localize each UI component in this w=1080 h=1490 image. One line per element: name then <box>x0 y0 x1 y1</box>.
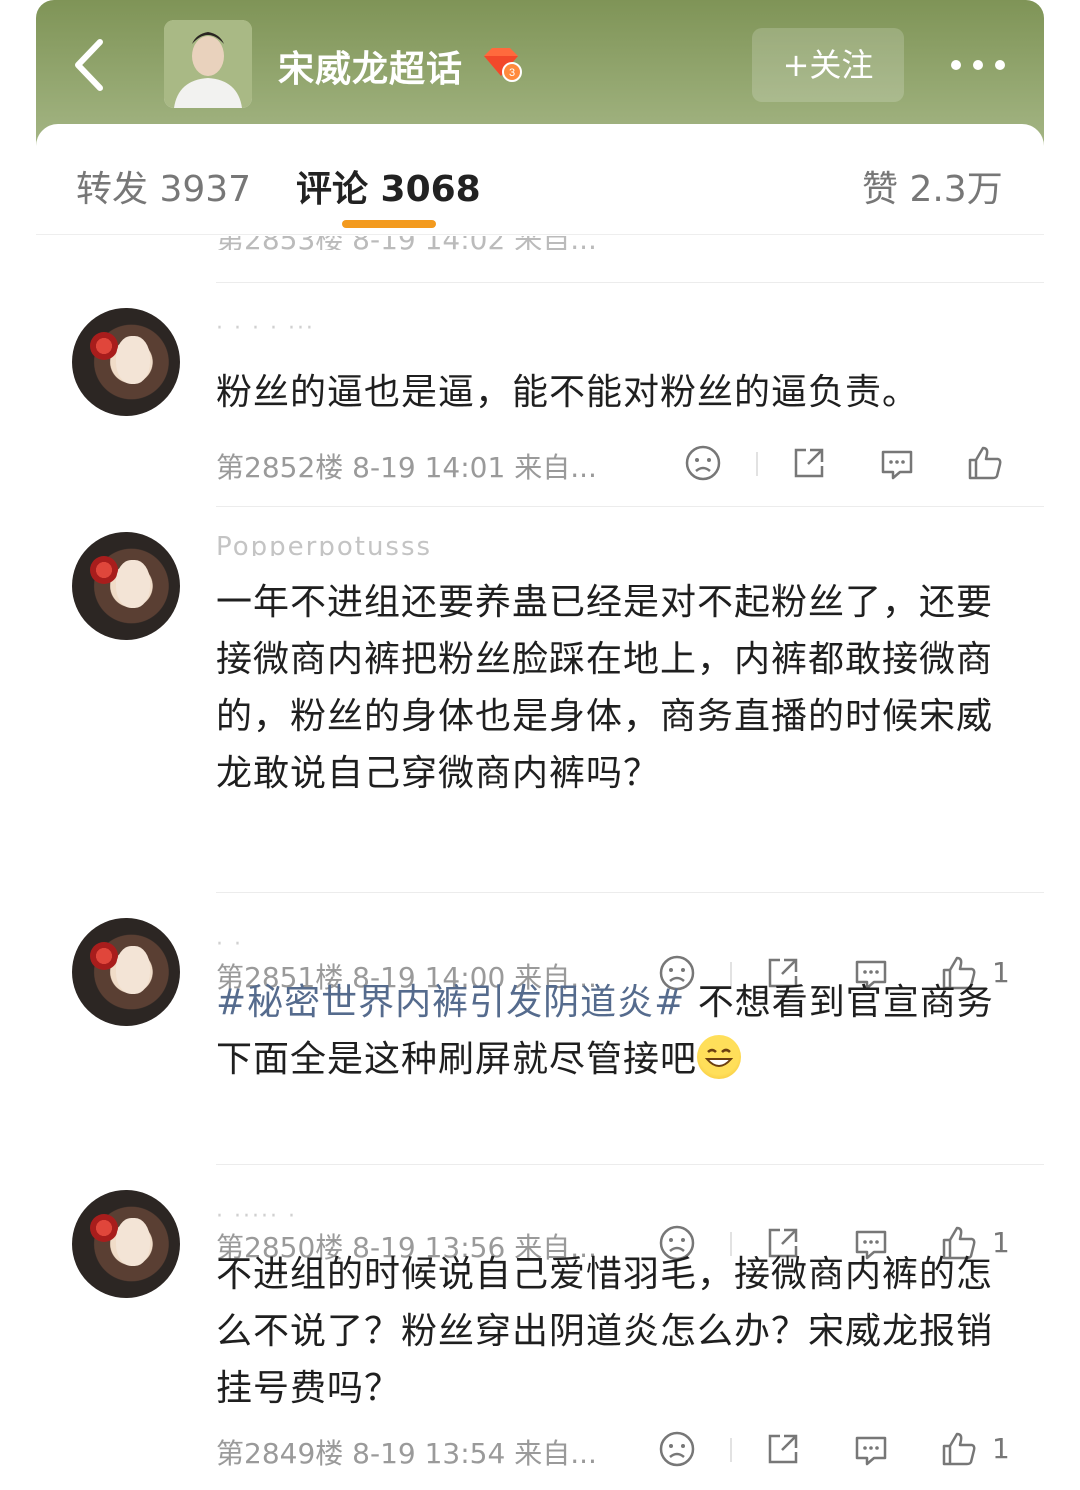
tab-comments[interactable]: 评论 3068 <box>296 160 481 212</box>
comment-text: 粉丝的逼也是逼，能不能对粉丝的逼负责。 <box>216 372 920 413</box>
back-button[interactable] <box>64 30 114 100</box>
reply-button[interactable] <box>878 444 918 484</box>
tab-likes[interactable]: 赞 2.3万 <box>862 160 1003 212</box>
frown-face-icon <box>685 445 721 481</box>
divider <box>216 1164 1044 1165</box>
thumbs-up-icon <box>968 446 1002 480</box>
super-topic-level-badge: 3 <box>480 46 522 82</box>
comment-bubble-icon <box>881 450 913 480</box>
dislike-button[interactable] <box>684 444 724 484</box>
dislike-button[interactable] <box>658 1430 698 1470</box>
share-icon <box>794 448 824 478</box>
username-redacted[interactable]: · · <box>216 932 243 957</box>
divider <box>216 892 1044 893</box>
tab-bar: 转发 3937 评论 3068 赞 2.3万 <box>36 124 1044 235</box>
share-icon <box>768 1434 798 1464</box>
comment-meta: 第2852楼 8-19 14:01 来自... <box>216 451 597 484</box>
svg-text:3: 3 <box>509 67 515 79</box>
username-redacted[interactable]: · · · · ··· <box>216 316 315 341</box>
comment-meta-row: 第2852楼 8-19 14:01 来自... <box>216 444 1016 488</box>
comment-text: 一年不进组还要养蛊已经是对不起粉丝了，还要接微商内裤把粉丝脸踩在地上，内裤都敢接… <box>216 582 994 794</box>
avatar[interactable] <box>72 532 180 640</box>
username-redacted[interactable]: · ····· · <box>216 1204 297 1229</box>
more-dots-icon <box>951 60 1005 70</box>
avatar[interactable] <box>72 1190 180 1298</box>
share-button[interactable] <box>790 444 830 484</box>
thumbs-up-icon <box>942 1432 976 1466</box>
comment-text: 不进组的时候说自己爱惜羽毛，接微商内裤的怎么不说了？粉丝穿出阴道炎怎么办？宋威龙… <box>216 1254 994 1409</box>
comment-meta: 第2849楼 8-19 13:54 来自... <box>216 1437 597 1470</box>
chevron-left-icon <box>75 39 103 91</box>
share-button[interactable] <box>764 1430 804 1470</box>
follow-button[interactable]: +关注 <box>752 28 904 102</box>
topic-title: 宋威龙超话 <box>278 49 464 90</box>
frown-face-icon <box>659 1431 695 1467</box>
comment-text: #秘密世界内裤引发阴道炎# 不想看到官宣商务下面全是这种刷屏就尽管接吧 <box>216 982 994 1080</box>
tab-reposts[interactable]: 转发 3937 <box>76 160 251 212</box>
username[interactable]: Popperpotusss <box>216 532 432 556</box>
comment-bubble-icon <box>855 1436 887 1466</box>
reply-button[interactable] <box>852 1430 892 1470</box>
portrait-icon <box>164 20 252 108</box>
more-button[interactable] <box>948 50 1008 80</box>
divider <box>216 282 1044 283</box>
like-button[interactable] <box>940 1430 980 1470</box>
avatar[interactable] <box>72 308 180 416</box>
diamond-icon: 3 <box>484 48 522 82</box>
topic-hashtag-link[interactable]: #秘密世界内裤引发阴道炎# <box>216 982 685 1023</box>
active-tab-indicator <box>342 220 436 228</box>
divider <box>216 506 1044 507</box>
avatar[interactable] <box>72 918 180 1026</box>
comment-meta-row: 第2849楼 8-19 13:54 来自... 1 <box>216 1430 1016 1474</box>
comment-panel: 转发 3937 评论 3068 赞 2.3万 第2853楼 8-19 14:02… <box>36 124 1044 1490</box>
like-count: 1 <box>992 1432 1010 1465</box>
topic-cover-image[interactable] <box>164 20 252 108</box>
previous-comment-meta: 第2853楼 8-19 14:02 来自... <box>216 236 1016 250</box>
like-button[interactable] <box>966 444 1006 484</box>
grin-emoji-icon <box>697 1035 742 1079</box>
